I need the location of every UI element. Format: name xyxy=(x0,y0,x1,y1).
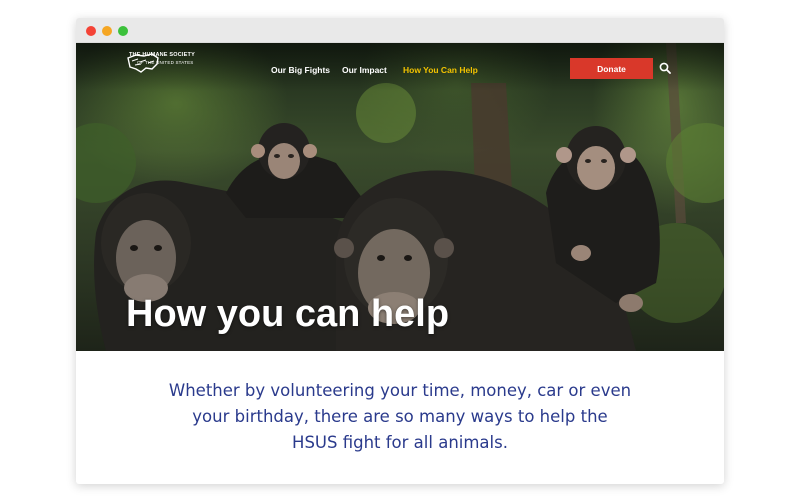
intro-line-1: Whether by volunteering your time, money… xyxy=(168,381,632,400)
donate-button[interactable]: Donate xyxy=(570,58,653,79)
hsus-logo[interactable]: THE HUMANE SOCIETY OF THE UNITED STATES xyxy=(126,52,195,73)
minimize-window-button[interactable] xyxy=(102,26,112,36)
maximize-window-button[interactable] xyxy=(118,26,128,36)
nav-link-our-big-fights[interactable]: Our Big Fights xyxy=(271,65,330,75)
hero-title: How you can help xyxy=(126,293,450,335)
nav-link-how-you-can-help[interactable]: How You Can Help xyxy=(403,65,478,75)
search-icon[interactable] xyxy=(659,62,671,74)
close-window-button[interactable] xyxy=(86,26,96,36)
us-map-animals-icon xyxy=(127,53,159,73)
nav-link-our-impact[interactable]: Our Impact xyxy=(342,65,387,75)
browser-toolbar xyxy=(76,18,724,43)
intro-paragraph: Whether by volunteering your time, money… xyxy=(76,378,724,456)
browser-window: THE HUMANE SOCIETY OF THE UNITED STATES … xyxy=(76,18,724,484)
intro-line-3: HSUS fight for all animals. xyxy=(292,433,508,452)
intro-line-2: your birthday, there are so many ways to… xyxy=(192,407,608,426)
